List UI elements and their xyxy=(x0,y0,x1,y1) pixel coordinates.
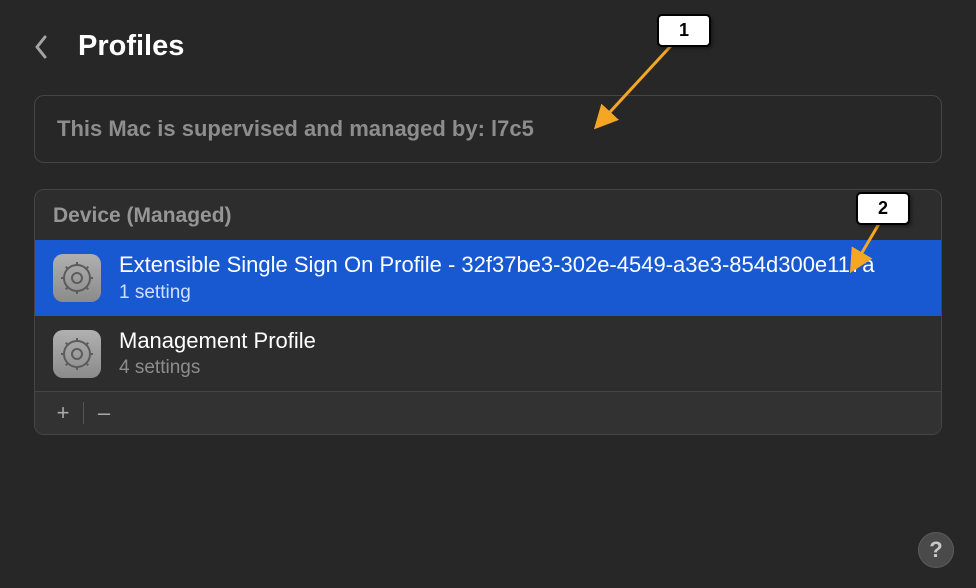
back-chevron-icon[interactable] xyxy=(34,35,48,59)
profile-subtitle: 1 setting xyxy=(119,282,874,304)
remove-button[interactable]: – xyxy=(86,396,122,430)
profile-row-sso[interactable]: Extensible Single Sign On Profile - 32f3… xyxy=(35,240,941,316)
profile-subtitle: 4 settings xyxy=(119,357,316,379)
list-footer: + – xyxy=(35,391,941,434)
profile-name: Extensible Single Sign On Profile - 32f3… xyxy=(119,250,874,280)
page-title: Profiles xyxy=(78,30,184,63)
footer-divider xyxy=(83,402,84,424)
profile-row-management[interactable]: Management Profile 4 settings xyxy=(35,316,941,392)
supervised-banner: This Mac is supervised and managed by: l… xyxy=(34,95,942,163)
gear-icon xyxy=(53,330,101,378)
help-button[interactable]: ? xyxy=(918,532,954,568)
profile-name: Management Profile xyxy=(119,326,316,356)
profiles-list-panel: Device (Managed) xyxy=(34,189,942,435)
add-button[interactable]: + xyxy=(45,396,81,430)
supervised-text: This Mac is supervised and managed by: l… xyxy=(57,116,919,142)
header: Profiles xyxy=(34,30,942,63)
profile-text: Management Profile 4 settings xyxy=(119,326,316,380)
profile-text: Extensible Single Sign On Profile - 32f3… xyxy=(119,250,874,304)
section-header: Device (Managed) xyxy=(35,190,941,240)
profiles-window: Profiles This Mac is supervised and mana… xyxy=(0,0,976,588)
gear-icon xyxy=(53,254,101,302)
